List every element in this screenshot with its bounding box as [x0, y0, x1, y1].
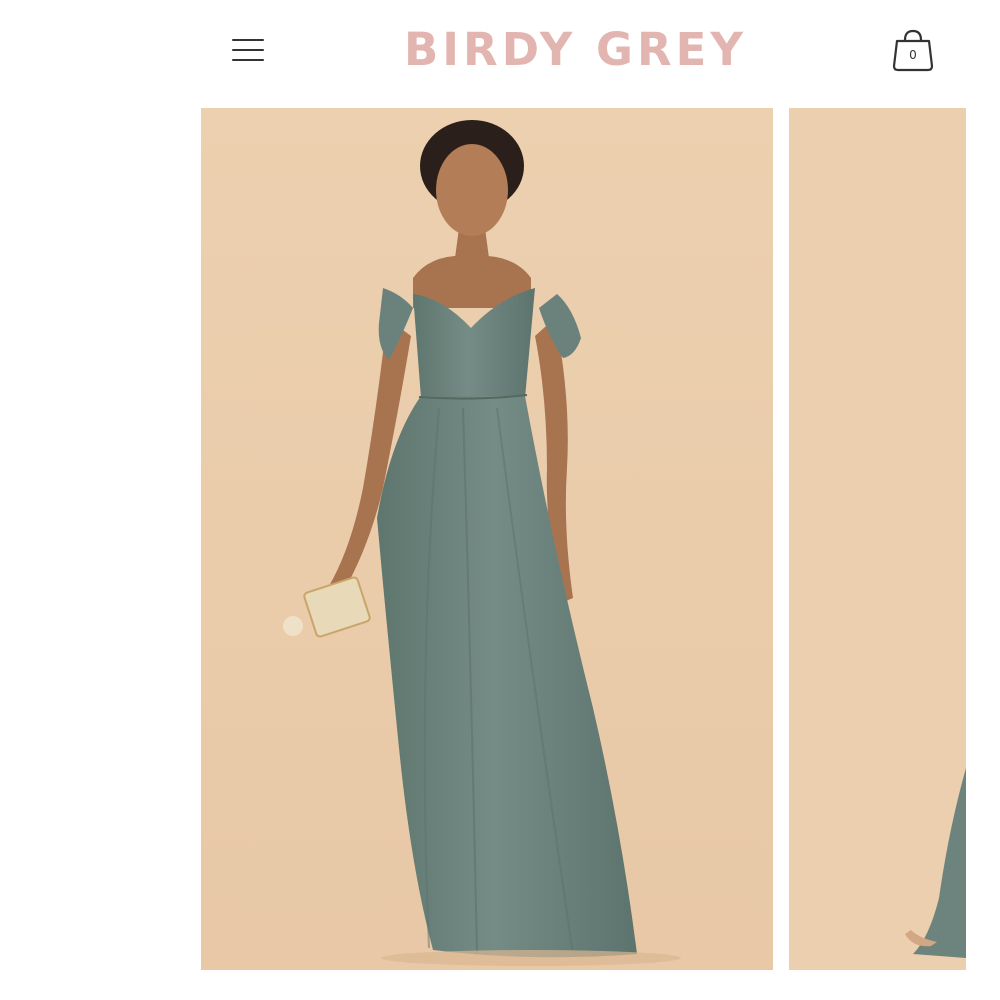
product-image-main[interactable]	[201, 108, 773, 970]
cart-count-badge: 0	[909, 48, 917, 62]
site-header: BIRDY GREY 0	[0, 0, 1000, 100]
product-image-secondary[interactable]	[789, 108, 966, 970]
model-photo	[201, 108, 773, 970]
floor-shadow	[381, 950, 681, 966]
face	[436, 144, 508, 236]
hamburger-bar	[232, 59, 264, 61]
menu-button[interactable]	[226, 30, 270, 70]
product-image-gallery[interactable]	[0, 108, 1000, 972]
model-photo-partial	[789, 108, 966, 970]
brand-logo[interactable]: BIRDY GREY	[404, 22, 764, 78]
flower-bouquet	[283, 616, 303, 636]
backdrop	[789, 108, 966, 970]
hamburger-menu-icon	[232, 39, 264, 41]
hamburger-bar	[232, 49, 264, 51]
cart-button[interactable]: 0	[888, 26, 938, 76]
product-page: BIRDY GREY 0	[0, 0, 1000, 1000]
